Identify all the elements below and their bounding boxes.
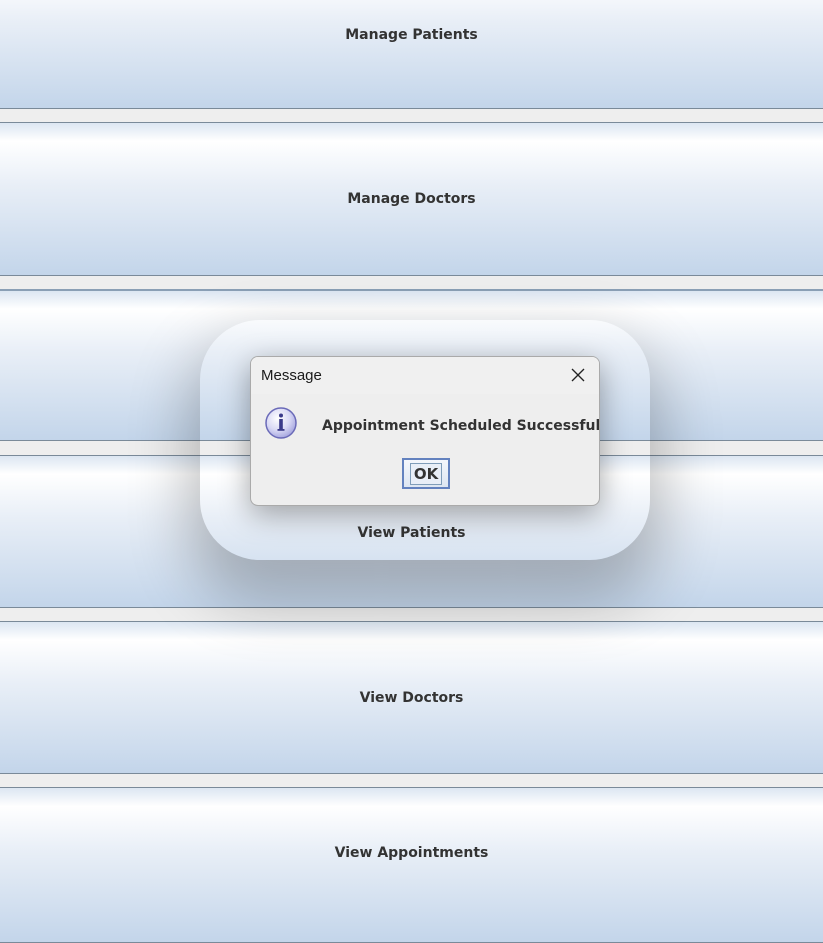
dialog-message: Appointment Scheduled Successfully! <box>322 418 600 434</box>
manage-patients-button[interactable]: Manage Patients <box>0 0 823 109</box>
view-patients-label: View Patients <box>357 524 466 541</box>
close-icon[interactable] <box>569 366 587 384</box>
view-appointments-label: View Appointments <box>334 845 489 861</box>
dialog-titlebar: Message <box>251 357 599 394</box>
dialog-title: Message <box>261 367 322 384</box>
manage-doctors-label: Manage Doctors <box>347 191 476 207</box>
manage-doctors-button[interactable]: Manage Doctors <box>0 122 823 276</box>
ok-label: OK <box>409 462 443 485</box>
ok-button[interactable]: OK <box>402 458 450 489</box>
view-doctors-button[interactable]: View Doctors <box>0 621 823 774</box>
manage-patients-label: Manage Patients <box>345 26 478 43</box>
info-icon <box>265 407 297 439</box>
view-appointments-button[interactable]: View Appointments <box>0 787 823 943</box>
view-doctors-label: View Doctors <box>359 689 464 706</box>
message-dialog: Message Appointment Scheduled Successful… <box>250 356 600 506</box>
